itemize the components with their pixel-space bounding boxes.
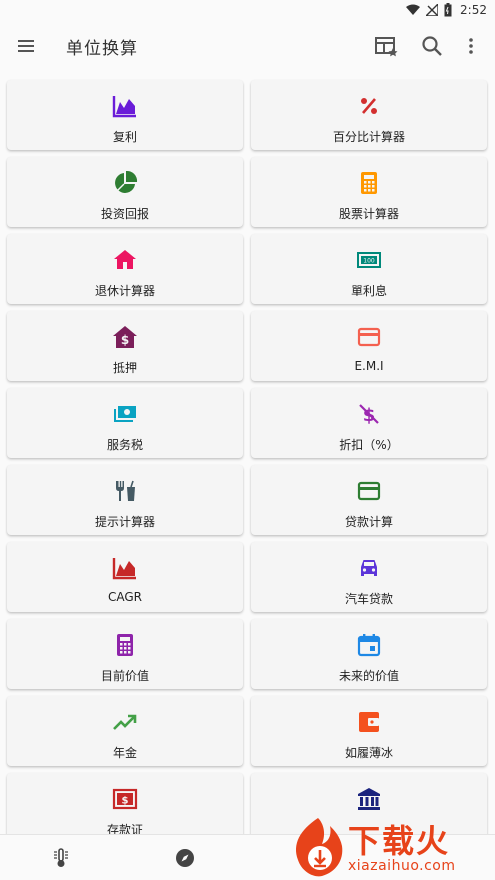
pie-chart-icon	[115, 170, 138, 193]
card-label: E.M.I	[354, 359, 384, 373]
calculator-grid: 复利 百分比计算器 投资回报 股票计算器 退休计算器 100 單利息 $ 抵押 …	[0, 78, 495, 834]
card-investment-return[interactable]: 投资回报	[7, 157, 243, 227]
card-mortgage[interactable]: $ 抵押	[7, 311, 243, 381]
trending-up-icon	[113, 714, 137, 730]
svg-text:100: 100	[363, 257, 375, 264]
card-present-value[interactable]: 目前价值	[7, 619, 243, 689]
calculator-icon	[361, 172, 377, 194]
status-time: 2:52	[460, 3, 487, 17]
status-icons: 2:52	[406, 2, 487, 18]
card-wallet[interactable]: 如履薄冰	[251, 696, 487, 766]
card-cagr[interactable]: CAGR	[7, 542, 243, 612]
card-tip-calculator[interactable]: 提示计算器	[7, 465, 243, 535]
watermark-text: 下载火	[348, 822, 451, 860]
status-bar: 2:52	[0, 0, 495, 20]
cash-icon	[114, 406, 136, 422]
card-label: 存款证	[106, 823, 143, 834]
card-label: 退休计算器	[94, 284, 155, 298]
compass-icon[interactable]	[174, 847, 196, 869]
card-label: 汽车贷款	[344, 592, 393, 606]
card-icon	[357, 481, 381, 501]
percent-icon	[361, 98, 377, 114]
card-service-tax[interactable]: 服务税	[7, 388, 243, 458]
app-bar: 单位换算	[0, 20, 495, 72]
card-discount[interactable]: $ 折扣（%）	[251, 388, 487, 458]
no-signal-icon	[426, 4, 439, 16]
card-car-loan[interactable]: 汽车贷款	[251, 542, 487, 612]
flame-logo-icon	[296, 818, 343, 877]
table-star-icon[interactable]	[373, 33, 399, 59]
wifi-icon	[406, 4, 421, 15]
page-title: 单位换算	[66, 39, 138, 59]
card-percentage[interactable]: 百分比计算器	[251, 80, 487, 150]
bank-icon	[358, 788, 380, 810]
svg-text:$: $	[122, 796, 129, 807]
search-icon[interactable]	[419, 33, 445, 59]
watermark: 下载火 xiazaihuo.com	[290, 814, 490, 880]
card-future-value[interactable]: 未来的价值	[251, 619, 487, 689]
card-label: 單利息	[350, 284, 387, 298]
card-label: 抵押	[112, 361, 137, 375]
card-annuity[interactable]: 年金	[7, 696, 243, 766]
calculator-purple-icon	[117, 634, 133, 656]
menu-icon[interactable]	[14, 34, 38, 58]
card-label: 目前价值	[100, 669, 149, 683]
card-label: 股票计算器	[338, 207, 399, 221]
chart-area-red-icon	[112, 558, 136, 580]
car-icon	[361, 560, 377, 576]
restaurant-icon	[116, 480, 135, 501]
card-label: 折扣（%）	[339, 438, 399, 452]
card-simple-interest[interactable]: 100 單利息	[251, 234, 487, 304]
wallet-icon	[359, 712, 379, 732]
calendar-icon	[357, 634, 381, 657]
card-label: 服务税	[106, 438, 143, 452]
chart-area-icon	[112, 96, 136, 118]
card-label: 如履薄冰	[344, 746, 393, 760]
card-label: 未来的价值	[338, 669, 399, 683]
card-compound-interest[interactable]: 复利	[7, 80, 243, 150]
house-icon	[114, 250, 136, 269]
card-label: 年金	[112, 746, 137, 760]
house-dollar-icon: $	[113, 326, 137, 348]
watermark-url: xiazaihuo.com	[348, 858, 456, 874]
svg-text:$: $	[121, 333, 129, 347]
card-label: 投资回报	[100, 207, 149, 221]
thermometer-icon[interactable]	[50, 847, 72, 869]
certificate-icon: $	[112, 788, 138, 810]
card-label: 复利	[112, 130, 137, 144]
card-label: 提示计算器	[94, 515, 155, 529]
credit-card-icon	[357, 327, 381, 347]
card-loan[interactable]: 贷款计算	[251, 465, 487, 535]
card-deposit-certificate[interactable]: $ 存款证	[7, 773, 243, 834]
card-stock-calculator[interactable]: 股票计算器	[251, 157, 487, 227]
card-emi[interactable]: E.M.I	[251, 311, 487, 381]
dollar-off-icon: $	[359, 404, 379, 426]
banknote-icon: 100	[357, 252, 381, 268]
more-vert-icon[interactable]	[458, 33, 484, 59]
battery-icon	[444, 3, 452, 17]
card-retirement[interactable]: 退休计算器	[7, 234, 243, 304]
card-label: CAGR	[107, 590, 142, 604]
card-label: 贷款计算	[344, 515, 393, 529]
card-label: 百分比计算器	[332, 130, 405, 144]
